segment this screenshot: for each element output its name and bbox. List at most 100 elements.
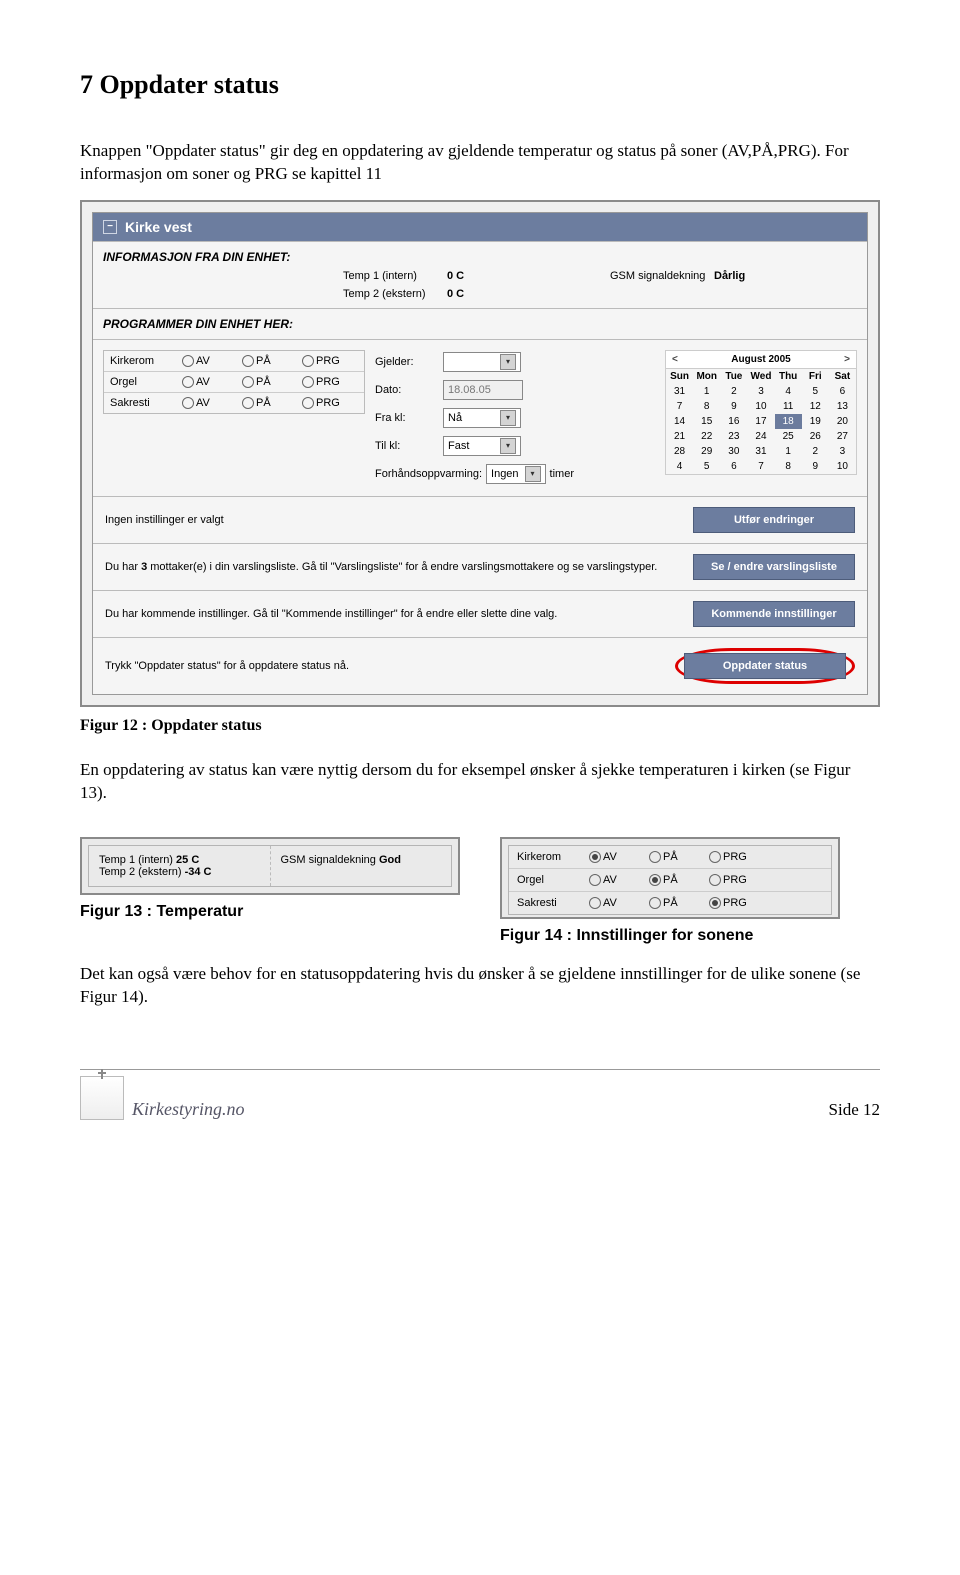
collapse-icon[interactable]: − <box>103 220 117 234</box>
snip-t1-label: Temp 1 (intern) <box>99 854 176 866</box>
calendar-day[interactable]: 24 <box>747 429 774 444</box>
calendar-day[interactable]: 29 <box>693 444 720 459</box>
calendar-day[interactable]: 1 <box>693 384 720 399</box>
gjelder-label: Gjelder: <box>375 356 437 368</box>
calendar-day[interactable]: 25 <box>775 429 802 444</box>
calendar-day[interactable]: 16 <box>720 414 747 429</box>
zone-row: Sakresti AV PÅ PRG <box>509 892 831 914</box>
page-number: Side 12 <box>829 1100 880 1120</box>
calendar-day[interactable]: 19 <box>802 414 829 429</box>
snip-gsm-value: God <box>379 854 401 866</box>
radio-pa[interactable] <box>242 397 254 409</box>
figure-14-screenshot: Kirkerom AV PÅ PRG Orgel AV PÅ PRG Sakre… <box>500 837 840 919</box>
gjelder-select[interactable] <box>443 352 521 372</box>
radio-pa[interactable] <box>649 874 661 886</box>
radio-prg[interactable] <box>302 355 314 367</box>
cal-month: August 2005 <box>731 354 790 365</box>
radio-av[interactable] <box>182 397 194 409</box>
calendar-day[interactable]: 12 <box>802 399 829 414</box>
calendar-day[interactable]: 20 <box>829 414 856 429</box>
calendar-day[interactable]: 27 <box>829 429 856 444</box>
zone-row: Kirkerom AV PÅ PRG <box>104 351 364 372</box>
calendar-day[interactable]: 2 <box>802 444 829 459</box>
til-label: Til kl: <box>375 440 437 452</box>
calendar-day[interactable]: 4 <box>775 384 802 399</box>
zone-table: Kirkerom AV PÅ PRG Orgel AV PÅ PRG S <box>103 350 365 414</box>
oppdater-status-button[interactable]: Oppdater status <box>684 653 846 679</box>
calendar-day[interactable]: 30 <box>720 444 747 459</box>
calendar-day[interactable]: 5 <box>802 384 829 399</box>
calendar-day[interactable]: 22 <box>693 429 720 444</box>
til-select[interactable]: Fast <box>443 436 521 456</box>
logo: Kirkestyring.no <box>80 1076 245 1120</box>
calendar-day[interactable]: 1 <box>775 444 802 459</box>
calendar-day[interactable]: 14 <box>666 414 693 429</box>
zone-name: Orgel <box>517 874 585 886</box>
calendar-day[interactable]: 3 <box>829 444 856 459</box>
zone-name: Orgel <box>110 376 178 388</box>
calendar[interactable]: < August 2005 > SunMonTueWedThuFriSat 31… <box>665 350 857 475</box>
logo-text: Kirkestyring.no <box>132 1099 245 1120</box>
zone-row: Orgel AV PÅ PRG <box>104 372 364 393</box>
row2-text: Du har 3 mottaker(e) i din varslingslist… <box>105 561 693 573</box>
calendar-day[interactable]: 26 <box>802 429 829 444</box>
radio-prg[interactable] <box>709 897 721 909</box>
cal-next-icon[interactable]: > <box>844 354 850 365</box>
radio-prg[interactable] <box>302 397 314 409</box>
radio-pa[interactable] <box>242 355 254 367</box>
calendar-day[interactable]: 13 <box>829 399 856 414</box>
radio-av[interactable] <box>589 851 601 863</box>
forh-select[interactable]: Ingen <box>486 464 546 484</box>
utfor-button[interactable]: Utfør endringer <box>693 507 855 533</box>
calendar-day[interactable]: 5 <box>693 459 720 474</box>
calendar-day[interactable]: 21 <box>666 429 693 444</box>
radio-av[interactable] <box>182 355 194 367</box>
calendar-day[interactable]: 17 <box>747 414 774 429</box>
calendar-day[interactable]: 11 <box>775 399 802 414</box>
end-paragraph: Det kan også være behov for en statusopp… <box>80 963 880 1009</box>
calendar-day[interactable]: 10 <box>747 399 774 414</box>
calendar-day[interactable]: 8 <box>775 459 802 474</box>
calendar-day[interactable]: 8 <box>693 399 720 414</box>
calendar-day[interactable]: 9 <box>802 459 829 474</box>
calendar-day[interactable]: 18 <box>775 414 802 429</box>
section-heading: 7 Oppdater status <box>80 70 880 100</box>
radio-pa[interactable] <box>649 851 661 863</box>
radio-prg[interactable] <box>709 874 721 886</box>
radio-prg[interactable] <box>709 851 721 863</box>
fra-select[interactable]: Nå <box>443 408 521 428</box>
calendar-day[interactable]: 6 <box>829 384 856 399</box>
snip-t2-label: Temp 2 (ekstern) <box>99 866 185 878</box>
calendar-day[interactable]: 7 <box>666 399 693 414</box>
calendar-day[interactable]: 31 <box>747 444 774 459</box>
calendar-day[interactable]: 10 <box>829 459 856 474</box>
radio-prg[interactable] <box>302 376 314 388</box>
figure-14-caption: Figur 14 : Innstillinger for sonene <box>500 927 840 945</box>
radio-av[interactable] <box>589 874 601 886</box>
varslingsliste-button[interactable]: Se / endre varslingsliste <box>693 554 855 580</box>
kommende-button[interactable]: Kommende innstillinger <box>693 601 855 627</box>
radio-pa[interactable] <box>242 376 254 388</box>
temp2-label: Temp 2 (ekstern) <box>343 288 443 300</box>
calendar-day[interactable]: 2 <box>720 384 747 399</box>
figure-12-caption: Figur 12 : Oppdater status <box>80 717 880 735</box>
zone-name: Kirkerom <box>517 851 585 863</box>
cal-prev-icon[interactable]: < <box>672 354 678 365</box>
radio-av[interactable] <box>589 897 601 909</box>
temp1-label: Temp 1 (intern) <box>343 270 443 282</box>
calendar-day[interactable]: 3 <box>747 384 774 399</box>
calendar-day[interactable]: 4 <box>666 459 693 474</box>
calendar-day[interactable]: 23 <box>720 429 747 444</box>
calendar-day[interactable]: 7 <box>747 459 774 474</box>
calendar-day[interactable]: 31 <box>666 384 693 399</box>
calendar-day[interactable]: 9 <box>720 399 747 414</box>
zone-name: Sakresti <box>110 397 178 409</box>
dato-input[interactable]: 18.08.05 <box>443 380 523 400</box>
highlight-circle: Oppdater status <box>675 648 855 684</box>
radio-pa[interactable] <box>649 897 661 909</box>
calendar-day[interactable]: 6 <box>720 459 747 474</box>
calendar-day[interactable]: 15 <box>693 414 720 429</box>
calendar-day[interactable]: 28 <box>666 444 693 459</box>
church-icon <box>80 1076 124 1120</box>
radio-av[interactable] <box>182 376 194 388</box>
